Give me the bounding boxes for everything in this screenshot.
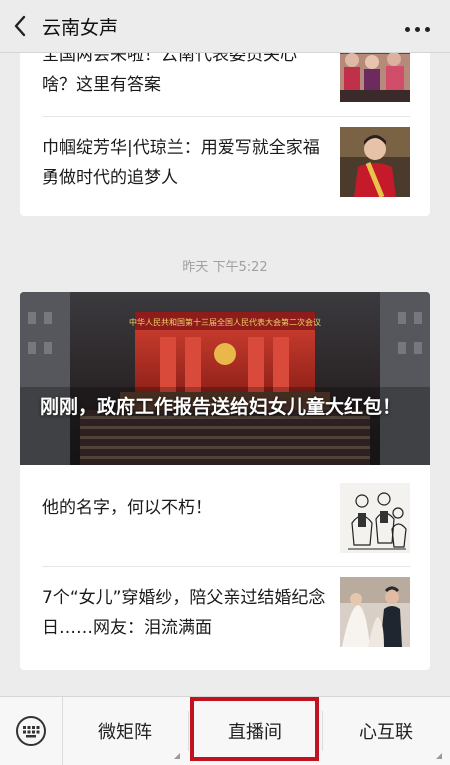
hero-banner-text: 中华人民共和国第十三届全国人民代表大会第二次会议 — [129, 317, 321, 327]
hero-title: 刚刚，政府工作报告送给妇女儿童大红包！ — [40, 396, 402, 418]
menu-item-xinhulian[interactable]: 心互联 — [322, 697, 450, 765]
article-item[interactable]: 7个“女儿”穿婚纱，陪父亲过结婚纪念日……网友：泪流满面 — [20, 567, 430, 667]
article-title: 巾帼绽芳华|代琼兰：用爱写就全家福 勇做时代的追梦人 — [42, 138, 320, 188]
submenu-indicator-icon — [174, 753, 180, 759]
menu-label: 微矩阵 — [98, 722, 152, 743]
keyboard-toggle-button[interactable] — [0, 697, 63, 765]
highlight-box — [190, 697, 319, 761]
keyboard-icon — [16, 716, 46, 746]
article-thumbnail — [340, 577, 410, 647]
article-title: 7个“女儿”穿婚纱，陪父亲过结婚纪念日……网友：泪流满面 — [42, 588, 326, 638]
article-thumbnail — [340, 127, 410, 197]
more-button[interactable] — [402, 13, 432, 39]
article-item[interactable]: 巾帼绽芳华|代琼兰：用爱写就全家福 勇做时代的追梦人 — [20, 117, 430, 216]
page-title: 云南女声 — [42, 16, 119, 39]
submenu-indicator-icon — [436, 753, 442, 759]
hero-article[interactable]: 中华人民共和国第十三届全国人民代表大会第二次会议 刚刚，政府工作报告送给妇女儿童… — [20, 292, 430, 465]
back-button[interactable] — [0, 0, 40, 52]
more-dots-icon — [402, 17, 432, 36]
menu-label: 心互联 — [359, 722, 413, 743]
timestamp: 昨天 下午5:22 — [182, 260, 268, 275]
menu-item-weijuzhen[interactable]: 微矩阵 — [62, 697, 188, 765]
top-navigation-bar: 云南女声 — [0, 0, 450, 53]
hero-image: 中华人民共和国第十三届全国人民代表大会第二次会议 — [20, 292, 430, 465]
article-title: 他的名字，何以不朽！ — [42, 498, 212, 518]
back-arrow-icon — [14, 15, 26, 37]
article-item[interactable]: 他的名字，何以不朽！ — [20, 477, 430, 563]
article-card: 全国两会来啦！云南代表委员关心啥？这里有答案 巾帼绽芳华|代琼兰：用爱写就全家福… — [20, 28, 430, 216]
article-thumbnail — [340, 483, 410, 553]
article-card: 中华人民共和国第十三届全国人民代表大会第二次会议 刚刚，政府工作报告送给妇女儿童… — [20, 292, 430, 670]
